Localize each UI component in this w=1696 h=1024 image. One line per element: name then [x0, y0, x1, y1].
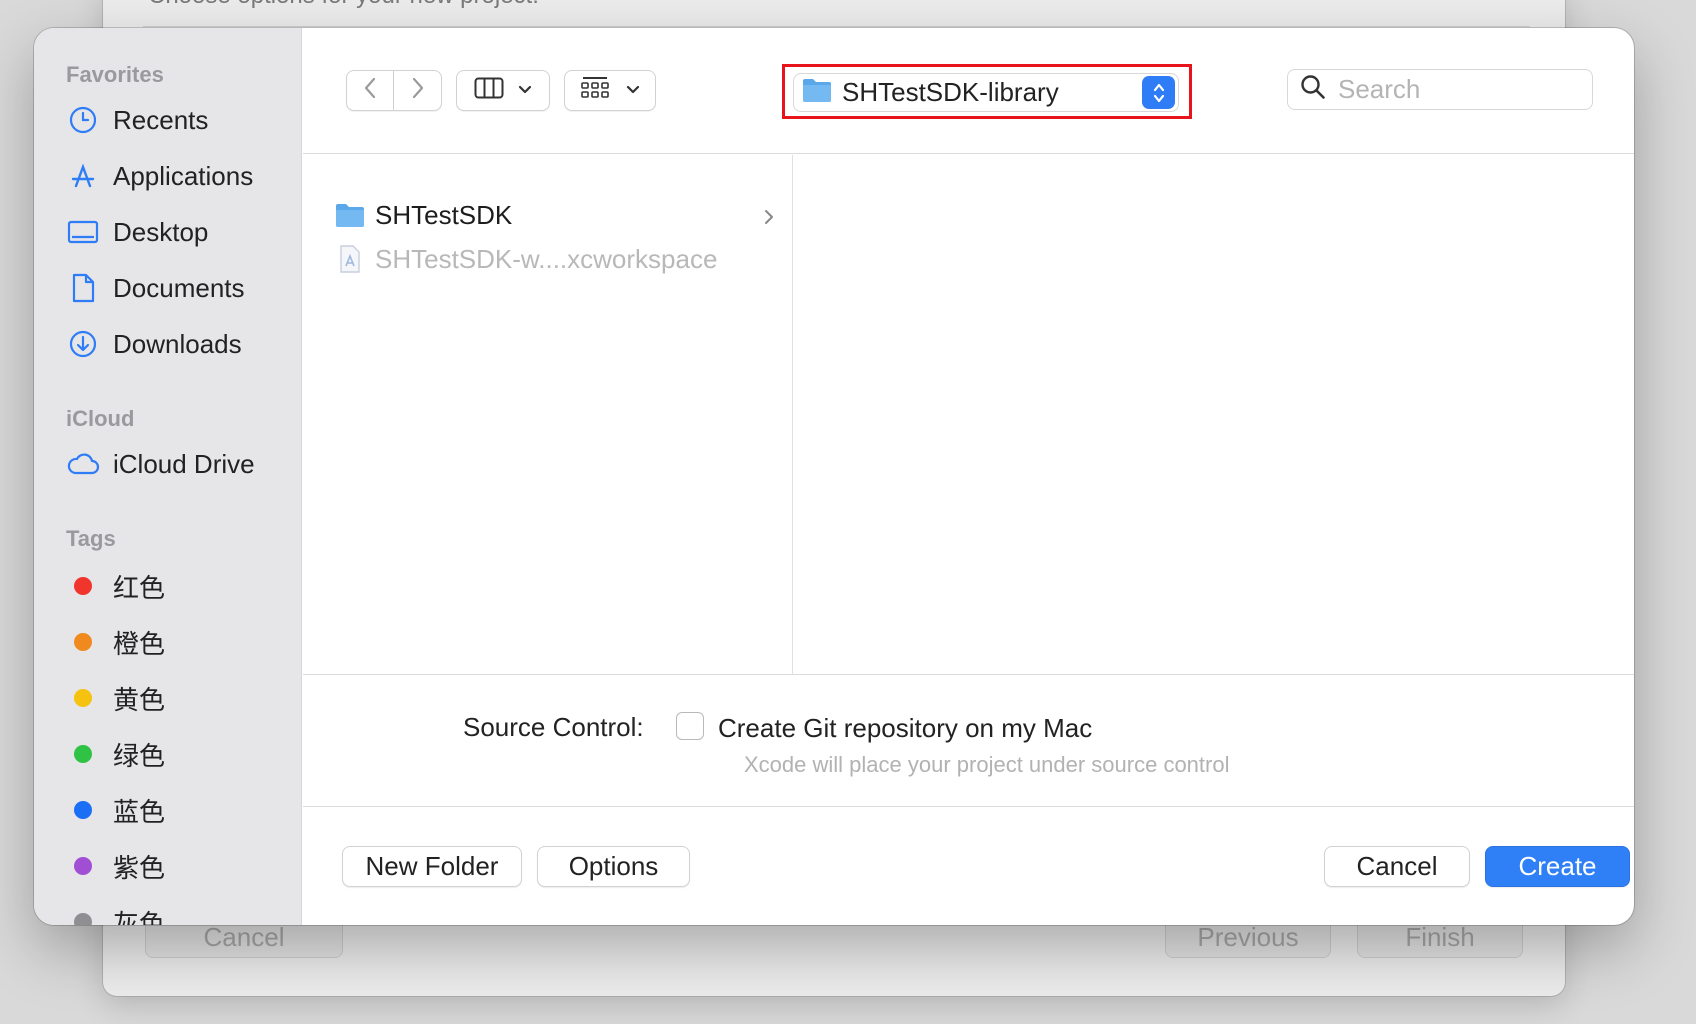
tag-label: 紫色	[113, 852, 166, 883]
source-control-label: Source Control:	[463, 712, 644, 742]
red-tag-dot-icon	[74, 577, 92, 595]
group-button[interactable]	[564, 70, 656, 111]
sidebar-item-applications[interactable]: Applications	[66, 154, 296, 198]
chevron-down-icon	[626, 82, 640, 100]
forward-button[interactable]	[394, 70, 442, 111]
gray-tag-dot-icon	[74, 913, 92, 925]
item-label: SHTestSDK-w....xcworkspace	[375, 243, 718, 274]
chevron-right-icon	[763, 203, 775, 234]
list-item-workspace: SHTestSDK-w....xcworkspace	[335, 239, 775, 279]
favorites-heading: Favorites	[66, 62, 164, 87]
tag-label: 蓝色	[113, 796, 166, 827]
search-icon	[1300, 74, 1326, 105]
save-sheet: Favorites Recents Applications Desktop D…	[34, 28, 1634, 925]
tag-label: 绿色	[113, 740, 166, 771]
sidebar-item-documents[interactable]: Documents	[66, 266, 296, 310]
toolbar: SHTestSDK-library	[303, 28, 1634, 154]
tag-yellow[interactable]: 黄色	[66, 676, 296, 720]
main-pane: SHTestSDK-library SHTest	[303, 28, 1634, 925]
source-control-hint: Xcode will place your project under sour…	[744, 752, 1230, 777]
sidebar-item-icloud-drive[interactable]: iCloud Drive	[66, 442, 296, 486]
tag-blue[interactable]: 蓝色	[66, 788, 296, 832]
tag-green[interactable]: 绿色	[66, 732, 296, 776]
tag-label: 黄色	[113, 684, 166, 715]
green-tag-dot-icon	[74, 745, 92, 763]
sidebar: Favorites Recents Applications Desktop D…	[34, 28, 302, 925]
download-icon	[66, 327, 100, 361]
path-popup-button[interactable]: SHTestSDK-library	[793, 73, 1179, 112]
tag-label: 橙色	[113, 628, 166, 659]
grid-icon	[580, 76, 610, 105]
options-button[interactable]: Options	[537, 846, 690, 887]
orange-tag-dot-icon	[74, 633, 92, 651]
cloud-icon	[66, 447, 100, 481]
chevron-left-icon	[363, 77, 377, 104]
new-folder-button[interactable]: New Folder	[342, 846, 522, 887]
folder-icon	[802, 77, 832, 108]
stepper-arrows-icon	[1142, 76, 1175, 109]
item-label: SHTestSDK	[375, 199, 513, 230]
purple-tag-dot-icon	[74, 857, 92, 875]
sidebar-item-desktop[interactable]: Desktop	[66, 210, 296, 254]
sidebar-item-label: Applications	[113, 160, 254, 191]
tags-heading: Tags	[66, 526, 116, 551]
create-button[interactable]: Create	[1485, 846, 1630, 887]
tag-label: 灰色	[113, 908, 166, 926]
xcworkspace-file-icon	[335, 244, 365, 274]
columns-view-icon	[474, 77, 504, 104]
sidebar-item-label: Downloads	[113, 328, 242, 359]
tag-red[interactable]: 红色	[66, 564, 296, 608]
folder-icon	[335, 202, 365, 228]
view-mode-button[interactable]	[456, 70, 550, 111]
background-subtitle: Choose options for your new project:	[148, 0, 539, 10]
clock-icon	[66, 103, 100, 137]
tag-orange[interactable]: 橙色	[66, 620, 296, 664]
blue-tag-dot-icon	[74, 801, 92, 819]
browser-column: SHTestSDK SHTestSDK-w....xcworkspace	[303, 155, 793, 674]
cancel-button[interactable]: Cancel	[1324, 846, 1470, 887]
tag-gray[interactable]: 灰色	[66, 900, 296, 925]
file-browser: SHTestSDK SHTestSDK-w....xcworkspace	[303, 155, 1634, 674]
git-repository-label[interactable]: Create Git repository on my Mac	[718, 713, 1092, 744]
chevron-down-icon	[518, 82, 532, 100]
back-button[interactable]	[346, 70, 394, 111]
yellow-tag-dot-icon	[74, 689, 92, 707]
path-popup-highlight: SHTestSDK-library	[782, 64, 1192, 119]
list-item-folder[interactable]: SHTestSDK	[335, 195, 775, 235]
applications-icon	[66, 159, 100, 193]
chevron-right-icon	[411, 77, 425, 104]
desktop-icon	[66, 215, 100, 249]
sidebar-item-label: iCloud Drive	[113, 448, 255, 479]
git-repository-checkbox[interactable]	[676, 712, 704, 740]
sidebar-item-label: Recents	[113, 104, 209, 135]
sidebar-item-downloads[interactable]: Downloads	[66, 322, 296, 366]
sidebar-item-label: Desktop	[113, 216, 209, 247]
path-label: SHTestSDK-library	[842, 77, 1059, 107]
background-divider	[143, 26, 1530, 27]
tag-label: 红色	[113, 572, 166, 603]
icloud-heading: iCloud	[66, 406, 135, 431]
document-icon	[66, 271, 100, 305]
sidebar-item-label: Documents	[113, 272, 245, 303]
search-input[interactable]	[1338, 74, 1578, 105]
tag-purple[interactable]: 紫色	[66, 844, 296, 888]
sidebar-item-recents[interactable]: Recents	[66, 98, 296, 142]
source-control-section: Source Control: Create Git repository on…	[303, 674, 1634, 807]
search-field[interactable]	[1287, 69, 1593, 110]
